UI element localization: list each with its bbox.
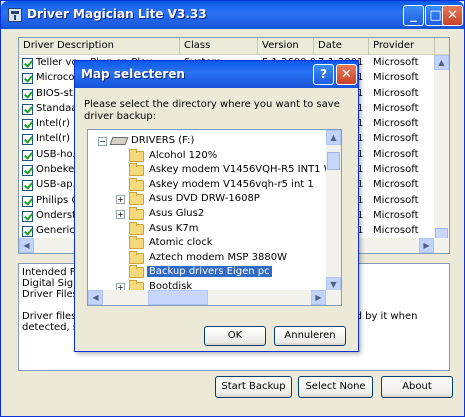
folder-tree[interactable]: − DRIVERS (F:) Alcohol 120% Askey modem V14… xyxy=(87,129,342,306)
cell-provider: Microsoft xyxy=(373,225,419,237)
scroll-right-icon[interactable]: ▶ xyxy=(419,238,434,253)
tree-scroll-up-icon[interactable]: ▲ xyxy=(326,130,341,145)
column-header-version[interactable]: Version xyxy=(258,38,314,55)
folder-icon xyxy=(129,265,144,279)
tree-scroll-thumb[interactable] xyxy=(327,152,340,170)
cell-provider: Microsoft xyxy=(373,102,419,114)
tree-item-label: Askey modem V1456vqh-r5 int 1 xyxy=(149,178,314,190)
collapse-icon[interactable]: − xyxy=(98,137,107,146)
about-button[interactable]: About xyxy=(381,376,453,398)
cell-provider: Microsoft xyxy=(373,133,419,145)
row-checkbox[interactable] xyxy=(22,180,33,192)
app-icon xyxy=(8,8,22,22)
tree-item-label: Alcohol 120% xyxy=(149,149,218,161)
folder-icon xyxy=(129,250,144,264)
row-checkbox[interactable] xyxy=(22,165,33,177)
list-vertical-scrollbar[interactable]: ▲ ▼ xyxy=(434,55,449,253)
row-checkbox[interactable] xyxy=(22,73,33,85)
row-checkbox[interactable] xyxy=(22,88,33,100)
row-checkbox[interactable] xyxy=(22,195,33,207)
tree-item[interactable]: + Asus Glus2 xyxy=(88,207,326,222)
cell-provider: Microsoft xyxy=(373,194,419,206)
close-icon: ✕ xyxy=(447,8,458,23)
folder-picker-dialog: Map selecteren ? ✕ Please select the dir… xyxy=(74,60,359,352)
cell-provider: Microsoft xyxy=(373,164,419,176)
tree-scroll-right-icon[interactable]: ▶ xyxy=(311,290,326,305)
row-checkbox[interactable] xyxy=(22,58,33,69)
tree-item[interactable]: Atomic clock xyxy=(88,236,326,251)
folder-icon xyxy=(129,163,144,177)
title-bar[interactable]: Driver Magician Lite V3.33 _ □ ✕ xyxy=(1,1,464,29)
tree-scroll-left-icon[interactable]: ◀ xyxy=(88,290,103,305)
row-checkbox[interactable] xyxy=(22,210,33,222)
expand-icon[interactable]: + xyxy=(116,210,125,219)
scroll-left-icon[interactable]: ◀ xyxy=(19,238,34,253)
cell-provider: Microsoft xyxy=(373,209,419,221)
row-checkbox[interactable] xyxy=(22,103,33,115)
tree-item[interactable]: Aztech modem MSP 3880W xyxy=(88,250,326,266)
tree-item-label: Asus K7m xyxy=(149,222,199,234)
row-checkbox[interactable] xyxy=(22,119,33,131)
scroll-up-icon[interactable]: ▲ xyxy=(434,55,449,70)
drive-icon xyxy=(109,137,129,145)
tree-item[interactable]: + Asus DVD DRW-1608P xyxy=(88,192,326,207)
folder-icon xyxy=(129,192,144,206)
dialog-title: Map selecteren xyxy=(81,67,185,81)
help-icon[interactable]: ? xyxy=(313,64,334,85)
column-header-provider[interactable]: Provider xyxy=(369,38,435,55)
cancel-button[interactable]: Annuleren xyxy=(274,326,346,346)
dialog-title-bar[interactable]: Map selecteren ? ✕ xyxy=(75,61,358,88)
close-button[interactable]: ✕ xyxy=(442,5,463,26)
row-checkbox[interactable] xyxy=(22,226,33,238)
cell-provider: Microsoft xyxy=(373,57,419,68)
tree-item-label: Aztech modem MSP 3880W xyxy=(149,251,287,263)
tree-item[interactable]: Askey modem V1456vqh-r5 int 1 xyxy=(88,177,326,193)
cell-provider: Microsoft xyxy=(373,148,419,160)
folder-icon xyxy=(129,207,144,220)
dialog-close-icon[interactable]: ✕ xyxy=(336,64,357,85)
cell-provider: Microsoft xyxy=(373,72,419,84)
tree-item-label: Askey modem V1456VQH-R5 INT1 W xyxy=(149,164,334,176)
column-header-date[interactable]: Date xyxy=(314,38,369,55)
tree-item[interactable]: Asus K7m xyxy=(88,221,326,237)
column-header-description[interactable]: Driver Description xyxy=(19,38,180,55)
minimize-button[interactable]: _ xyxy=(403,5,424,26)
tree-item[interactable]: Backup drivers Eigen pc xyxy=(88,265,326,280)
folder-icon xyxy=(129,177,144,191)
cell-provider: Microsoft xyxy=(373,179,419,191)
cell-provider: Microsoft xyxy=(373,87,419,99)
minimize-icon: _ xyxy=(410,8,417,23)
select-none-button[interactable]: Select None xyxy=(298,376,373,398)
tree-item-label: DRIVERS (F:) xyxy=(131,135,195,146)
folder-icon xyxy=(129,221,144,235)
list-header: Driver Description Class Version Date Pr… xyxy=(19,38,449,55)
tree-item-label: Asus Glus2 xyxy=(149,208,205,219)
tree-item[interactable]: Askey modem V1456VQH-R5 INT1 W xyxy=(88,163,334,178)
tree-item[interactable]: Alcohol 120% xyxy=(88,148,326,164)
column-header-class[interactable]: Class xyxy=(180,38,258,55)
tree-item-label: Backup drivers Eigen pc xyxy=(147,266,272,278)
tree-item-label: Asus DVD DRW-1608P xyxy=(149,193,260,205)
ok-button[interactable]: OK xyxy=(204,326,266,346)
expand-icon[interactable]: + xyxy=(116,195,125,205)
row-checkbox[interactable] xyxy=(22,149,33,161)
row-checkbox[interactable] xyxy=(22,134,33,146)
folder-icon xyxy=(129,236,144,250)
folder-icon xyxy=(129,148,144,162)
tree-item[interactable]: − DRIVERS (F:) xyxy=(88,134,326,149)
tree-horizontal-scrollbar[interactable]: ◀ ▶ xyxy=(88,290,341,305)
cell-provider: Microsoft xyxy=(373,118,419,130)
dialog-message: Please select the directory where you wa… xyxy=(84,99,340,122)
window-title: Driver Magician Lite V3.33 xyxy=(27,7,207,21)
tree-hscroll-thumb[interactable] xyxy=(148,290,208,305)
start-backup-button[interactable]: Start Backup xyxy=(215,376,292,398)
tree-item-label: Atomic clock xyxy=(149,237,213,249)
tree-vertical-scrollbar[interactable]: ▲ ▼ xyxy=(326,130,341,292)
